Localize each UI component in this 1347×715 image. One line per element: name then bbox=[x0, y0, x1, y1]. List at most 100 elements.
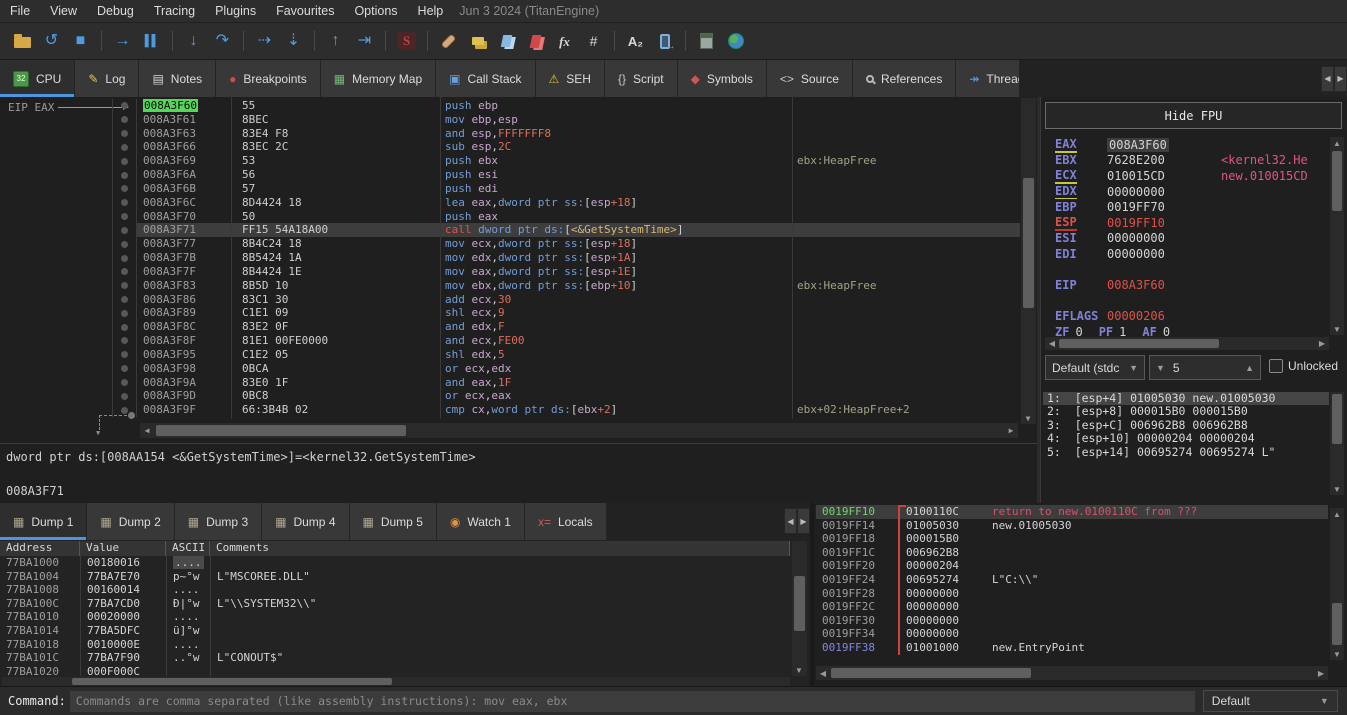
breakpoint-slot[interactable] bbox=[113, 306, 136, 320]
breakpoint-dot[interactable] bbox=[121, 379, 128, 386]
scrollbar-thumb[interactable] bbox=[72, 678, 392, 685]
stack-row[interactable]: 0019FF3000000000 bbox=[816, 614, 1328, 628]
register-row[interactable]: EBX7628E200<kernel32.He bbox=[1041, 153, 1329, 169]
breakpoint-dot[interactable] bbox=[121, 144, 128, 151]
tab-locals[interactable]: x=Locals bbox=[525, 503, 607, 540]
dump-tab-scroll-left[interactable]: ◀ bbox=[784, 508, 797, 534]
scroll-up-arrow[interactable]: ▲ bbox=[1330, 137, 1344, 149]
spinner-down-icon[interactable]: ▼ bbox=[1156, 363, 1165, 373]
disasm-row[interactable]: 008A3F8C83E2 0Fand edx,F bbox=[137, 320, 1020, 334]
tab-breakpoints[interactable]: ●Breakpoints bbox=[216, 60, 321, 97]
breakpoint-dot[interactable] bbox=[121, 351, 128, 358]
tab-call-stack[interactable]: ▣Call Stack bbox=[436, 60, 535, 97]
scroll-left-arrow[interactable]: ◀ bbox=[816, 667, 830, 679]
scrollbar-thumb[interactable] bbox=[1332, 603, 1342, 645]
tab-dump-3[interactable]: ▦Dump 3 bbox=[175, 503, 262, 540]
tab-threads[interactable]: ↠Threads bbox=[956, 60, 1020, 97]
breakpoint-dot[interactable] bbox=[121, 116, 128, 123]
tab-cpu[interactable]: 32CPU bbox=[0, 60, 75, 97]
breakpoint-slot[interactable] bbox=[113, 362, 136, 376]
scroll-left-arrow[interactable]: ◀ bbox=[1045, 337, 1059, 349]
disasm-row[interactable]: 008A3F8683C1 30add ecx,30 bbox=[137, 293, 1020, 307]
run-until-return-button[interactable]: ↑ bbox=[322, 28, 349, 55]
registers-horizontal-scrollbar[interactable]: ◀ ▶ bbox=[1045, 337, 1329, 350]
register-row[interactable]: ECX010015CDnew.010015CD bbox=[1041, 168, 1329, 184]
menu-file[interactable]: File bbox=[0, 0, 40, 23]
scroll-left-arrow[interactable]: ◀ bbox=[140, 424, 154, 436]
dump-tab-scroll-right[interactable]: ▶ bbox=[797, 508, 810, 534]
dump-row[interactable]: 77BA101000020000.... bbox=[0, 610, 790, 624]
stack-row[interactable]: 0019FF2C00000000 bbox=[816, 600, 1328, 614]
disasm-row[interactable]: 008A3F8F81E1 00FE0000and ecx,FE00 bbox=[137, 334, 1020, 348]
run-button[interactable]: → bbox=[109, 28, 136, 55]
breakpoint-dot[interactable] bbox=[121, 407, 128, 414]
restart-button[interactable]: ↺ bbox=[38, 28, 65, 55]
breakpoint-slot[interactable] bbox=[113, 348, 136, 362]
stack-row[interactable]: 0019FF100100110Creturn to new.0100110C f… bbox=[816, 505, 1328, 519]
menu-view[interactable]: View bbox=[40, 0, 87, 23]
menu-options[interactable]: Options bbox=[344, 0, 407, 23]
breakpoint-dot[interactable] bbox=[121, 102, 128, 109]
scrollbar-thumb[interactable] bbox=[156, 425, 406, 436]
argument-row[interactable]: 2: [esp+8] 000015B0 000015B0 bbox=[1043, 405, 1329, 418]
dump-row[interactable]: 77BA100000180016.... bbox=[0, 556, 790, 570]
breakpoint-slot[interactable] bbox=[113, 265, 136, 279]
disasm-row[interactable]: 008A3F6A56push esi bbox=[137, 168, 1020, 182]
breakpoint-slot[interactable] bbox=[113, 168, 136, 182]
breakpoint-dot[interactable] bbox=[121, 199, 128, 206]
disasm-row[interactable]: 008A3F6055push ebp bbox=[137, 99, 1020, 113]
tab-scroll-left[interactable]: ◀ bbox=[1321, 66, 1334, 92]
disasm-row[interactable]: 008A3F7050push eax bbox=[137, 210, 1020, 224]
scrollbar-thumb[interactable] bbox=[1059, 339, 1219, 348]
breakpoint-dot[interactable] bbox=[121, 213, 128, 220]
breakpoint-dot[interactable] bbox=[121, 158, 128, 165]
tab-watch-1[interactable]: ◉Watch 1 bbox=[437, 503, 525, 540]
dump-vertical-scrollbar[interactable]: ▼ bbox=[792, 541, 807, 676]
breakpoint-dot[interactable] bbox=[121, 296, 128, 303]
breakpoint-slot[interactable] bbox=[113, 293, 136, 307]
stack-row[interactable]: 0019FF3400000000 bbox=[816, 627, 1328, 641]
stack-row[interactable]: 0019FF1401005030new.01005030 bbox=[816, 519, 1328, 533]
register-row[interactable]: EBP0019FF70 bbox=[1041, 199, 1329, 215]
registers-vertical-scrollbar[interactable]: ▲ ▼ bbox=[1330, 137, 1344, 335]
breakpoint-dot[interactable] bbox=[121, 337, 128, 344]
breakpoint-dot[interactable] bbox=[121, 185, 128, 192]
breakpoint-slot[interactable] bbox=[113, 99, 136, 113]
breakpoint-slot[interactable] bbox=[113, 223, 136, 237]
attach-button[interactable] bbox=[651, 28, 678, 55]
dump-row[interactable]: 77BA100800160014.... bbox=[0, 583, 790, 597]
menu-plugins[interactable]: Plugins bbox=[205, 0, 266, 23]
disasm-row[interactable]: 008A3F838B5D 10mov ebx,dword ptr ss:[ebp… bbox=[137, 279, 1020, 293]
argument-row[interactable]: 4: [esp+10] 00000204 00000204 bbox=[1043, 432, 1329, 445]
breakpoint-slot[interactable] bbox=[113, 320, 136, 334]
calling-convention-dropdown[interactable]: Default (stdc ▼ bbox=[1045, 355, 1145, 380]
tab-symbols[interactable]: ◆Symbols bbox=[678, 60, 767, 97]
argument-count-spinner[interactable]: ▼ 5 ▲ bbox=[1149, 355, 1261, 380]
scroll-right-arrow[interactable]: ▶ bbox=[1314, 667, 1328, 679]
menu-debug[interactable]: Debug bbox=[87, 0, 144, 23]
stack-row[interactable]: 0019FF1C006962B8 bbox=[816, 546, 1328, 560]
font-size-button[interactable]: A₂ bbox=[622, 28, 649, 55]
disasm-row[interactable]: 008A3F7F8B4424 1Emov eax,dword ptr ss:[e… bbox=[137, 265, 1020, 279]
menu-help[interactable]: Help bbox=[408, 0, 454, 23]
step-into-button[interactable]: ↓ bbox=[180, 28, 207, 55]
breakpoint-slot[interactable] bbox=[113, 210, 136, 224]
unlocked-checkbox[interactable] bbox=[1269, 359, 1283, 373]
register-row[interactable]: ESI00000000 bbox=[1041, 231, 1329, 247]
scroll-down-arrow[interactable]: ▼ bbox=[1021, 412, 1035, 424]
stack-horizontal-scrollbar[interactable]: ◀ ▶ bbox=[816, 666, 1328, 680]
execute-till-return-button[interactable]: ⇢ bbox=[251, 28, 278, 55]
scrollbar-thumb[interactable] bbox=[1023, 178, 1034, 308]
stack-row[interactable]: 0019FF18000015B0 bbox=[816, 532, 1328, 546]
disasm-row[interactable]: 008A3F9D0BC8or ecx,eax bbox=[137, 389, 1020, 403]
breakpoint-dot[interactable] bbox=[121, 227, 128, 234]
dump-row[interactable]: 77BA101C77BA7F90..°wL"CONOUT$" bbox=[0, 651, 790, 665]
step-out-button[interactable]: ⇣ bbox=[280, 28, 307, 55]
tab-references[interactable]: References bbox=[853, 60, 956, 97]
disasm-horizontal-scrollbar[interactable]: ◀ ▶ bbox=[140, 423, 1018, 438]
disasm-row[interactable]: 008A3F778B4C24 18mov ecx,dword ptr ss:[e… bbox=[137, 237, 1020, 251]
argument-row[interactable]: 3: [esp+C] 006962B8 006962B8 bbox=[1043, 419, 1329, 432]
disasm-row[interactable]: 008A3F618BECmov ebp,esp bbox=[137, 113, 1020, 127]
breakpoint-dot[interactable] bbox=[121, 324, 128, 331]
menu-favourites[interactable]: Favourites bbox=[266, 0, 344, 23]
